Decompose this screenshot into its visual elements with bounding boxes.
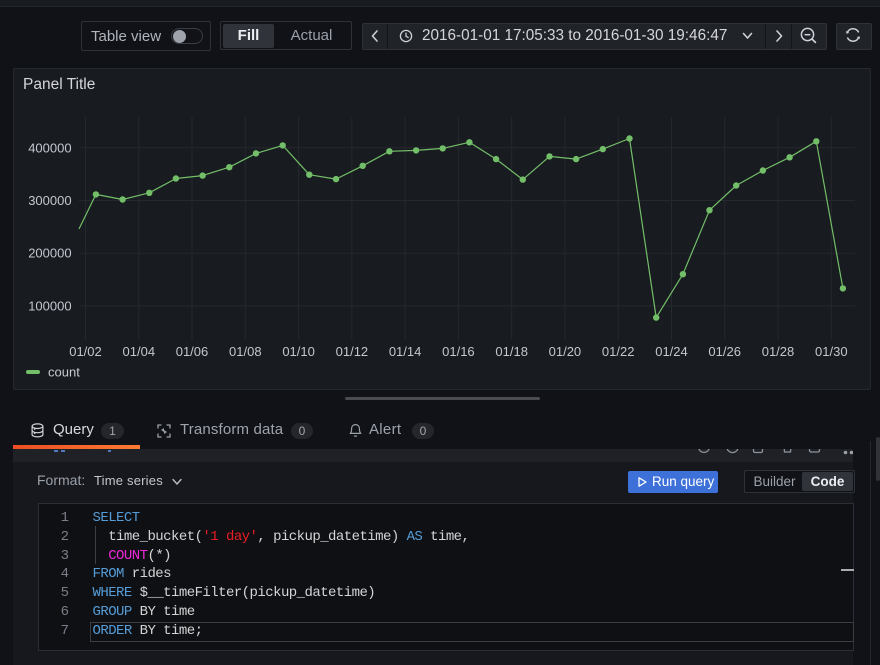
svg-text:01/30: 01/30: [815, 344, 848, 359]
svg-text:400000: 400000: [28, 140, 71, 155]
svg-text:01/06: 01/06: [176, 344, 209, 359]
svg-text:01/10: 01/10: [282, 344, 315, 359]
svg-text:01/18: 01/18: [495, 344, 528, 359]
svg-text:01/04: 01/04: [123, 344, 156, 359]
svg-text:01/12: 01/12: [336, 344, 369, 359]
svg-text:200000: 200000: [28, 246, 71, 261]
svg-text:count: count: [48, 365, 80, 380]
svg-text:01/14: 01/14: [389, 344, 422, 359]
svg-text:01/16: 01/16: [442, 344, 475, 359]
svg-text:01/24: 01/24: [655, 344, 688, 359]
svg-text:01/22: 01/22: [602, 344, 635, 359]
svg-text:01/26: 01/26: [708, 344, 741, 359]
svg-text:01/20: 01/20: [549, 344, 582, 359]
svg-text:01/28: 01/28: [762, 344, 795, 359]
svg-text:01/02: 01/02: [69, 344, 102, 359]
svg-text:300000: 300000: [28, 193, 71, 208]
svg-text:01/08: 01/08: [229, 344, 262, 359]
svg-text:100000: 100000: [28, 299, 71, 314]
